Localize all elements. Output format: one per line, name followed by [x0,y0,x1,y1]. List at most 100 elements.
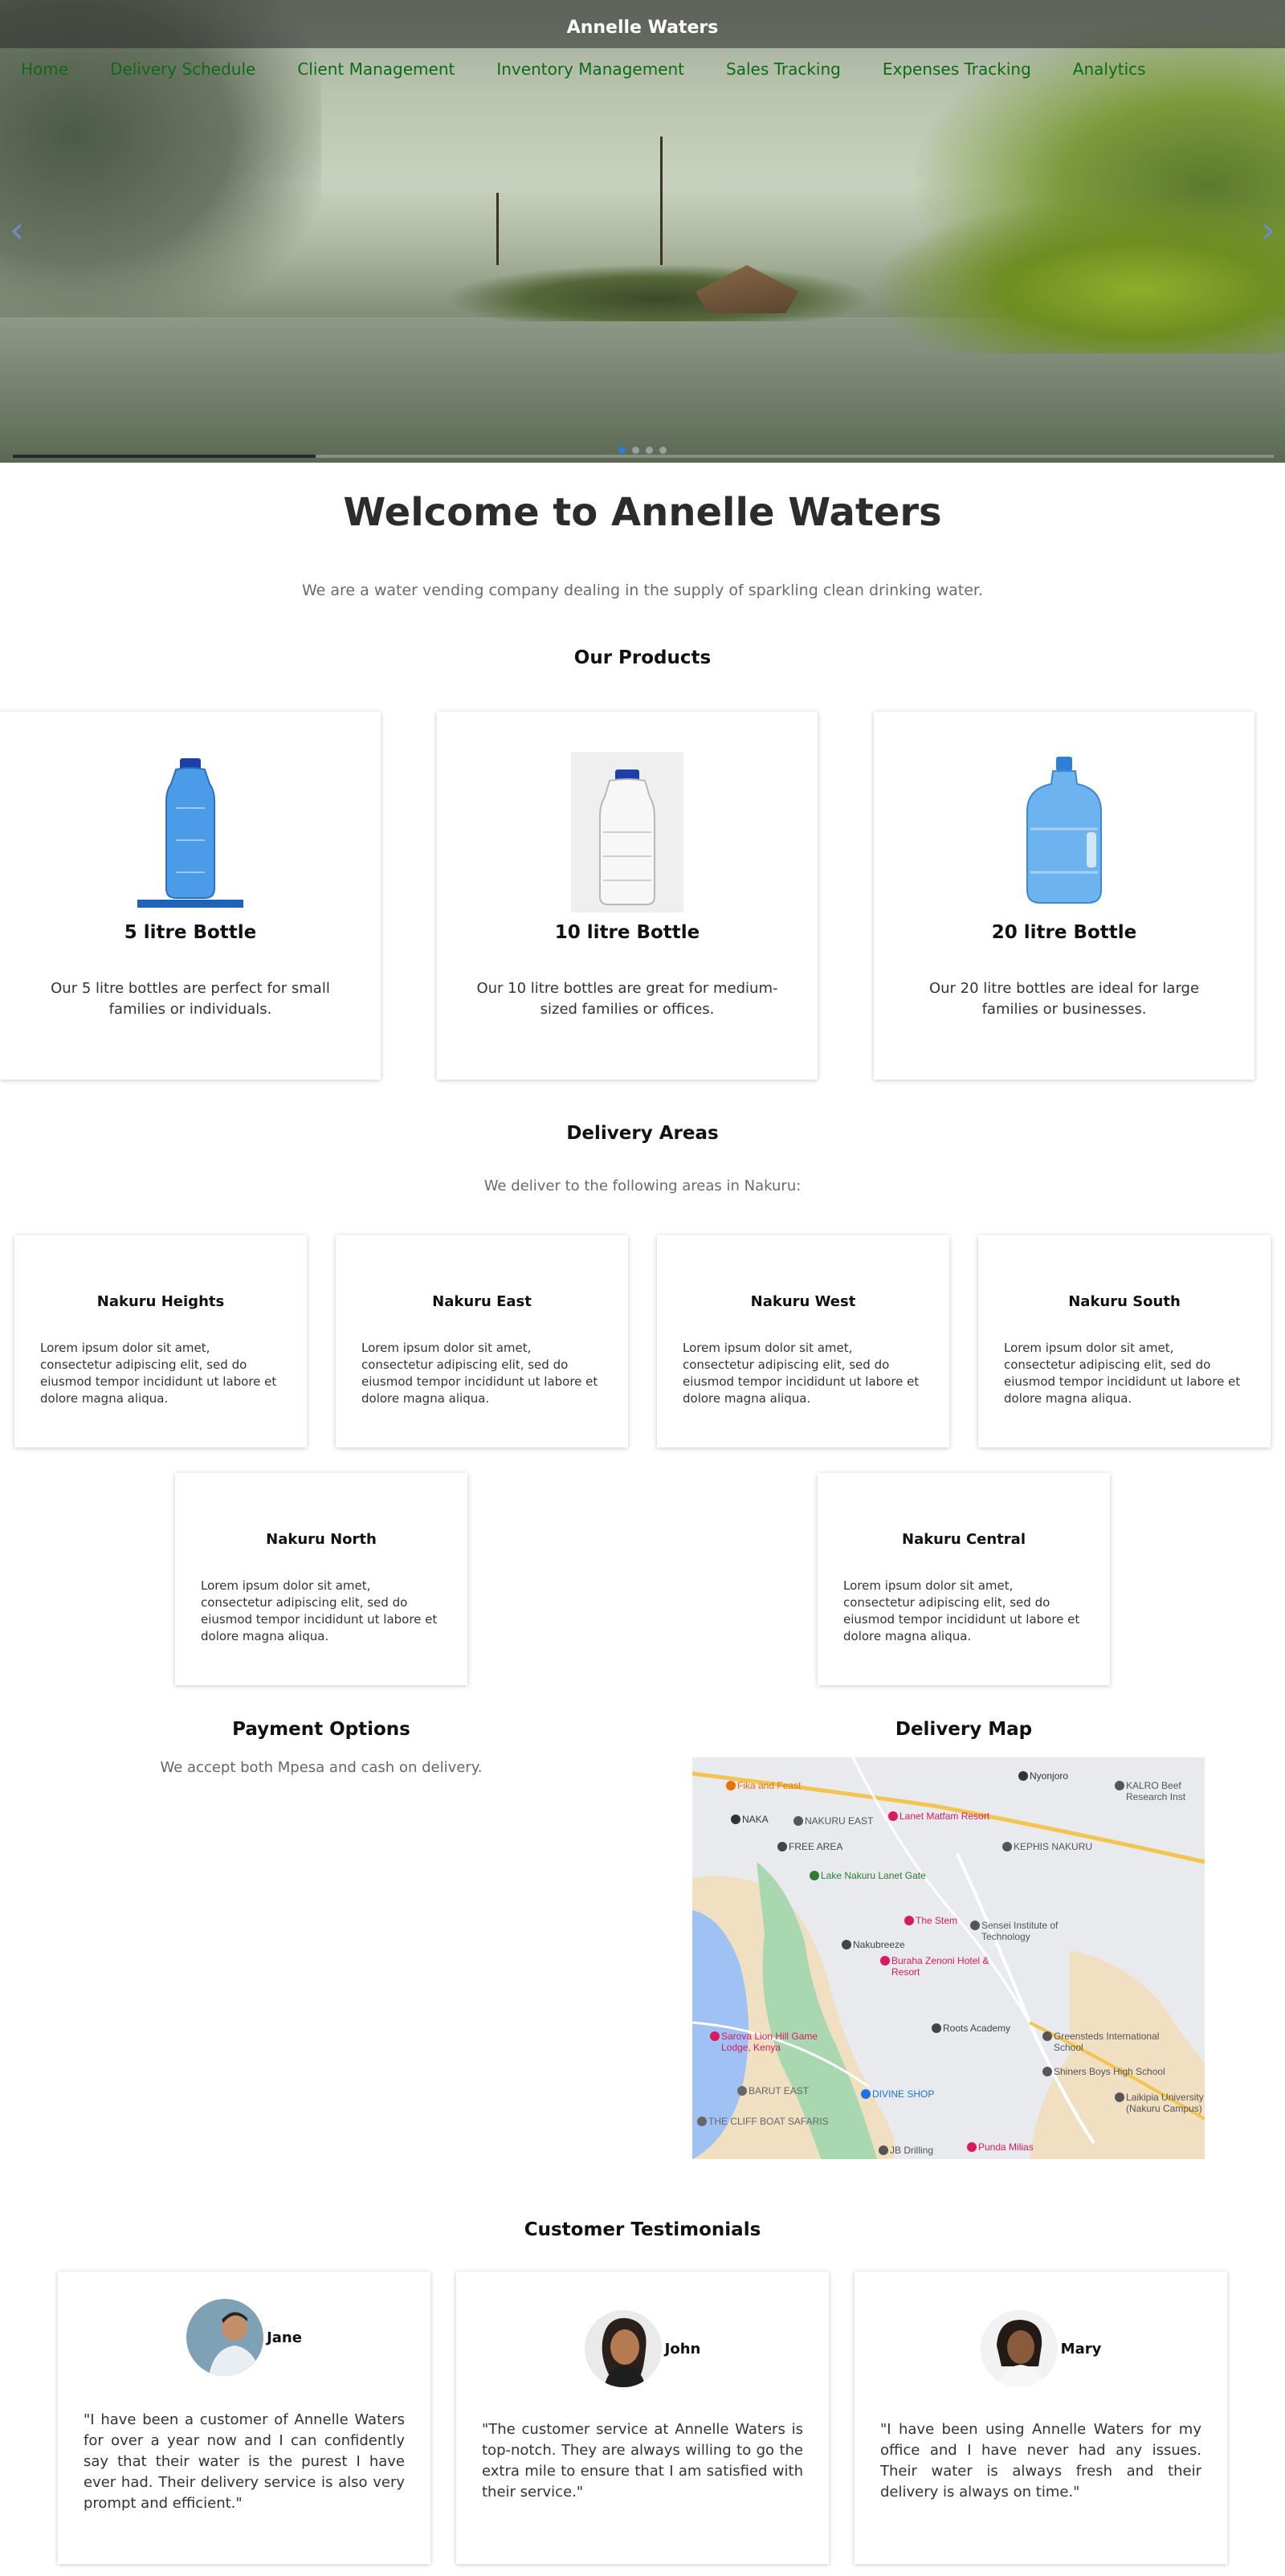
avatar [980,2310,1058,2387]
intro-text: We are a water vending company dealing i… [301,582,984,599]
map-label[interactable]: Roots Academy [943,2023,1010,2034]
nav-analytics[interactable]: Analytics [1073,59,1146,80]
nav-expenses-tracking[interactable]: Expenses Tracking [883,59,1031,80]
map-pin-icon[interactable] [697,2117,707,2126]
area-description: Lorem ipsum dolor sit amet, consectetur … [40,1341,277,1406]
nav-home[interactable]: Home [21,59,68,80]
nav-client-management[interactable]: Client Management [297,59,455,80]
map-pin-icon[interactable] [880,1956,890,1966]
hero-shore-trees [867,193,1285,353]
map-pin-icon[interactable] [1042,2067,1052,2076]
area-card: Nakuru Heights Lorem ipsum dolor sit ame… [14,1235,307,1447]
products-heading: Our Products [573,647,712,668]
testimonial-header: John [456,2310,829,2387]
map-label[interactable]: Fika and Feast [737,1780,801,1791]
map-pin-icon[interactable] [1018,1771,1028,1781]
carousel-dot[interactable] [632,447,639,454]
map-pin-icon[interactable] [777,1842,787,1851]
hero-carousel: Annelle Waters Home Delivery Schedule Cl… [0,0,1285,463]
nav-delivery-schedule[interactable]: Delivery Schedule [110,59,255,80]
hero-island [450,265,867,321]
map-heading: Delivery Map [895,1719,1033,1740]
nav-sales-tracking[interactable]: Sales Tracking [726,59,841,80]
map-pin-icon[interactable] [967,2142,977,2152]
hero-tree [660,137,663,265]
map-pin-icon[interactable] [932,2023,941,2033]
map-label[interactable]: The Stem [916,1915,957,1926]
delivery-map[interactable]: Fika and Feast Nyonjoro KALRO Beef Researc… [692,1757,1205,2159]
area-name: Nakuru West [750,1293,856,1310]
map-label[interactable]: Punda Milias [978,2141,1034,2153]
nav-inventory-management[interactable]: Inventory Management [496,59,684,80]
chevron-left-icon[interactable]: ‹ [5,210,29,249]
map-label[interactable]: Shiners Boys High School [1054,2066,1165,2077]
map-label[interactable]: Sarova Lion Hill Game Lodge, Kenya [721,2031,842,2053]
avatar [186,2299,264,2376]
map-label[interactable]: Laikipia University (Nakuru Campus) [1126,2092,1205,2114]
hero-mountain-left [0,0,321,337]
product-description: Our 10 litre bottles are great for mediu… [476,980,778,1018]
map-pin-icon[interactable] [970,1921,980,1930]
area-description: Lorem ipsum dolor sit amet, consectetur … [683,1341,920,1406]
carousel-dots [618,447,667,454]
map-label[interactable]: Lanet Matfam Resort [900,1811,989,1822]
testimonial-name: Mary [1060,2340,1102,2358]
testimonial-name: Jane [267,2329,302,2346]
map-label[interactable]: KALRO Beef Research Inst [1126,1780,1205,1802]
delivery-intro: We deliver to the following areas in Nak… [483,1178,802,1194]
payment-heading: Payment Options [232,1719,410,1740]
map-pin-icon[interactable] [1115,2092,1124,2102]
product-card: 5 litre Bottle Our 5 litre bottles are p… [0,712,381,1080]
map-pin-icon[interactable] [1115,1781,1124,1790]
map-label[interactable]: Nakubreeze [853,1939,905,1950]
map-pin-icon[interactable] [879,2145,888,2155]
testimonial-card: Jane "I have been a customer of Annelle … [58,2272,430,2564]
map-pin-icon[interactable] [904,1916,914,1925]
main-nav: Home Delivery Schedule Client Management… [21,59,1146,80]
testimonial-header: Mary [855,2310,1227,2387]
area-name: Nakuru Heights [96,1293,225,1310]
map-label[interactable]: Sensei Institute of Technology [981,1920,1102,1942]
map-label[interactable]: Greensteds International School [1054,2031,1174,2053]
carousel-dot[interactable] [646,447,653,454]
map-label[interactable]: KEPHIS NAKURU [1014,1841,1092,1852]
map-pin-icon[interactable] [810,1871,819,1880]
map-pin-icon[interactable] [726,1781,736,1790]
product-name: 20 litre Bottle [991,922,1137,943]
map-pin-icon[interactable] [842,1940,851,1949]
map-label[interactable]: Nyonjoro [1030,1770,1068,1782]
map-pin-icon[interactable] [731,1815,740,1824]
chevron-right-icon[interactable]: › [1256,210,1280,249]
map-pin-icon[interactable] [737,2086,747,2096]
area-name: Nakuru East [432,1293,532,1310]
map-pin-icon[interactable] [1042,2031,1052,2041]
map-label[interactable]: FREE AREA [789,1841,842,1852]
map-label[interactable]: BARUT EAST [749,2085,809,2096]
map-label[interactable]: Buraha Zenoni Hotel & Resort [891,1955,1012,1978]
map-label[interactable]: Lake Nakuru Lanet Gate [821,1870,926,1881]
area-name: Nakuru South [1068,1293,1181,1310]
area-name: Nakuru Central [902,1531,1026,1548]
bottle-20l-image [1008,752,1120,912]
carousel-dot[interactable] [618,447,626,454]
map-pin-icon[interactable] [710,2031,720,2041]
product-card: 20 litre Bottle Our 20 litre bottles are… [874,712,1254,1080]
product-name: 10 litre Bottle [554,922,700,943]
map-pin-icon[interactable] [888,1811,898,1821]
map-label[interactable]: NAKA [742,1814,769,1825]
map-pin-icon[interactable] [793,1816,803,1826]
map-pin-icon[interactable] [861,2089,871,2099]
map-label[interactable]: NAKURU EAST [805,1815,873,1827]
avatar [584,2310,662,2387]
map-label[interactable]: JB Drilling [890,2145,933,2156]
map-label[interactable]: DIVINE SHOP [872,2088,934,2100]
carousel-dot[interactable] [659,447,667,454]
area-card: Nakuru West Lorem ipsum dolor sit amet, … [657,1235,949,1447]
map-pin-icon[interactable] [1002,1842,1012,1851]
testimonial-quote: "The customer service at Annelle Waters … [482,2421,803,2500]
area-description: Lorem ipsum dolor sit amet, consectetur … [361,1341,598,1406]
map-label[interactable]: THE CLIFF BOAT SAFARIS [708,2116,829,2127]
bottle-5l-image [134,752,247,912]
area-card: Nakuru East Lorem ipsum dolor sit amet, … [336,1235,628,1447]
product-card: 10 litre Bottle Our 10 litre bottles are… [437,712,818,1080]
